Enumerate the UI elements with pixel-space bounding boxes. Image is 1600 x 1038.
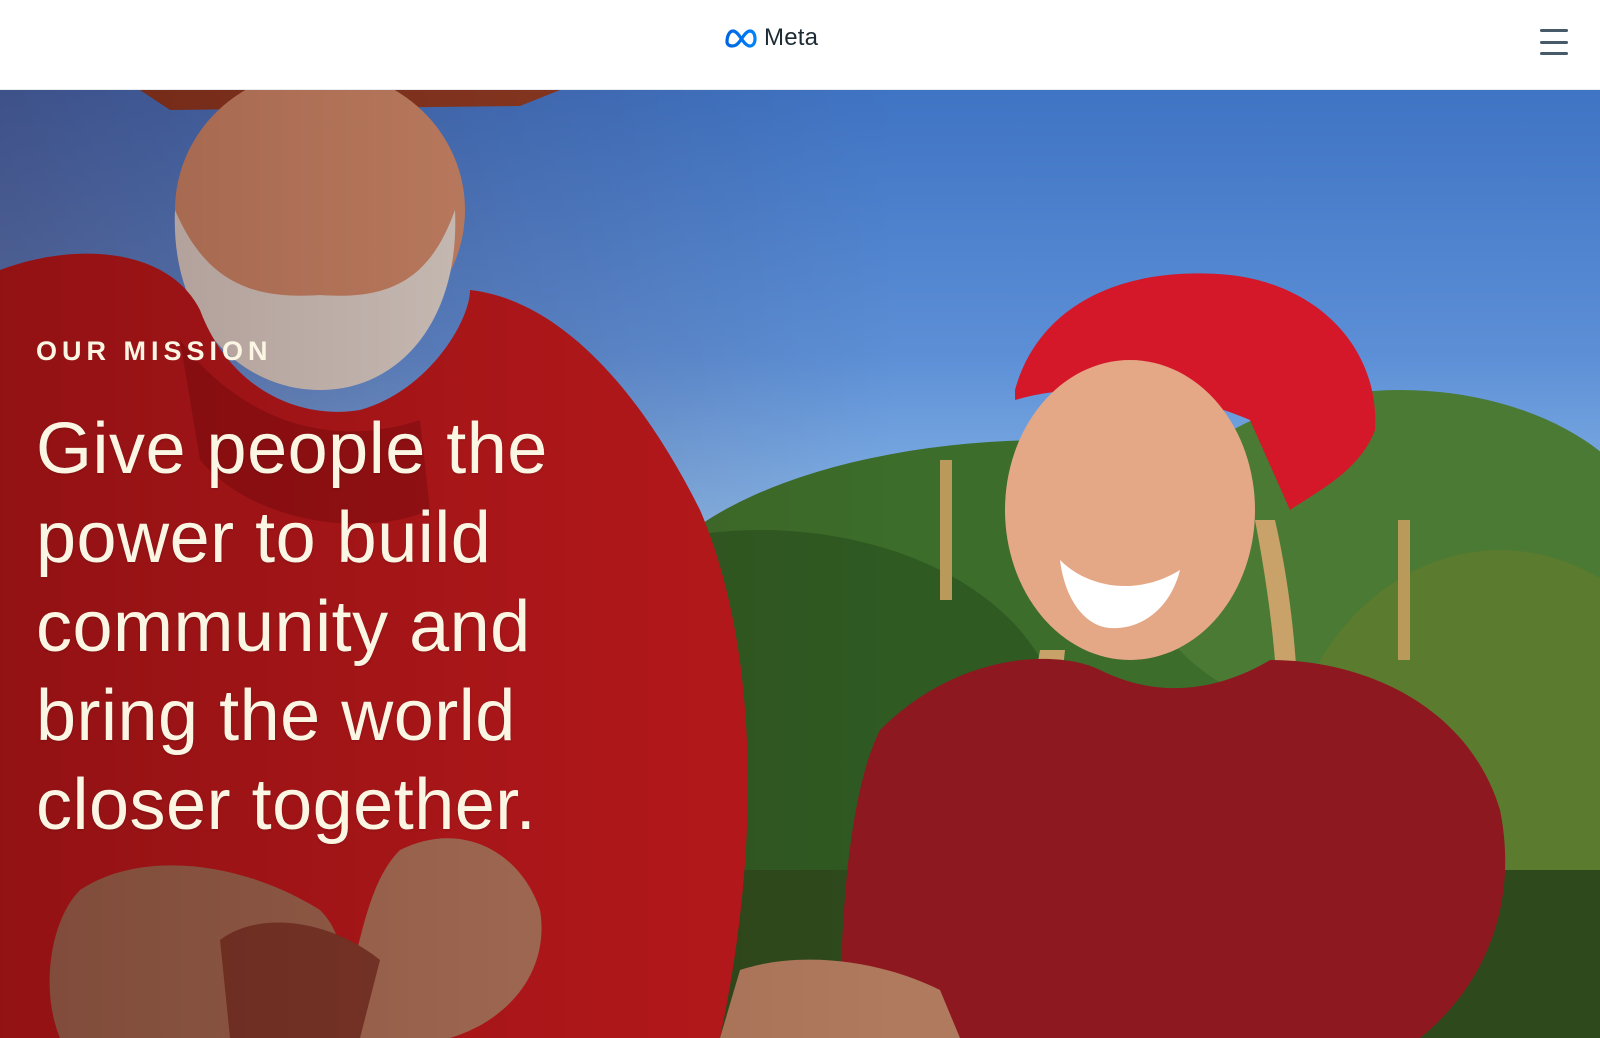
menu-line [1540,29,1568,32]
headline-line: bring the world [36,676,516,756]
hero-section: OUR MISSION Give people the power to bui… [0,90,1600,1038]
top-navigation-bar: Meta [0,0,1600,90]
mission-eyebrow: OUR MISSION [36,336,273,366]
headline-line: power to build [36,498,492,578]
headline-line: community and [36,587,531,667]
mission-headline: Give people the power to build community… [36,405,736,850]
meta-home-link[interactable]: Meta [724,24,818,52]
menu-line [1540,52,1568,55]
mission-block: OUR MISSION Give people the power to bui… [36,336,736,850]
meta-infinity-icon [725,29,757,48]
headline-line: closer together. [36,765,537,845]
page: Meta OUR MISSION Give people the power t… [0,0,1600,1038]
menu-line [1540,40,1568,44]
headline-line: Give people the [36,409,548,489]
hamburger-menu-icon[interactable] [1537,27,1571,57]
brand-name: Meta [764,24,819,51]
